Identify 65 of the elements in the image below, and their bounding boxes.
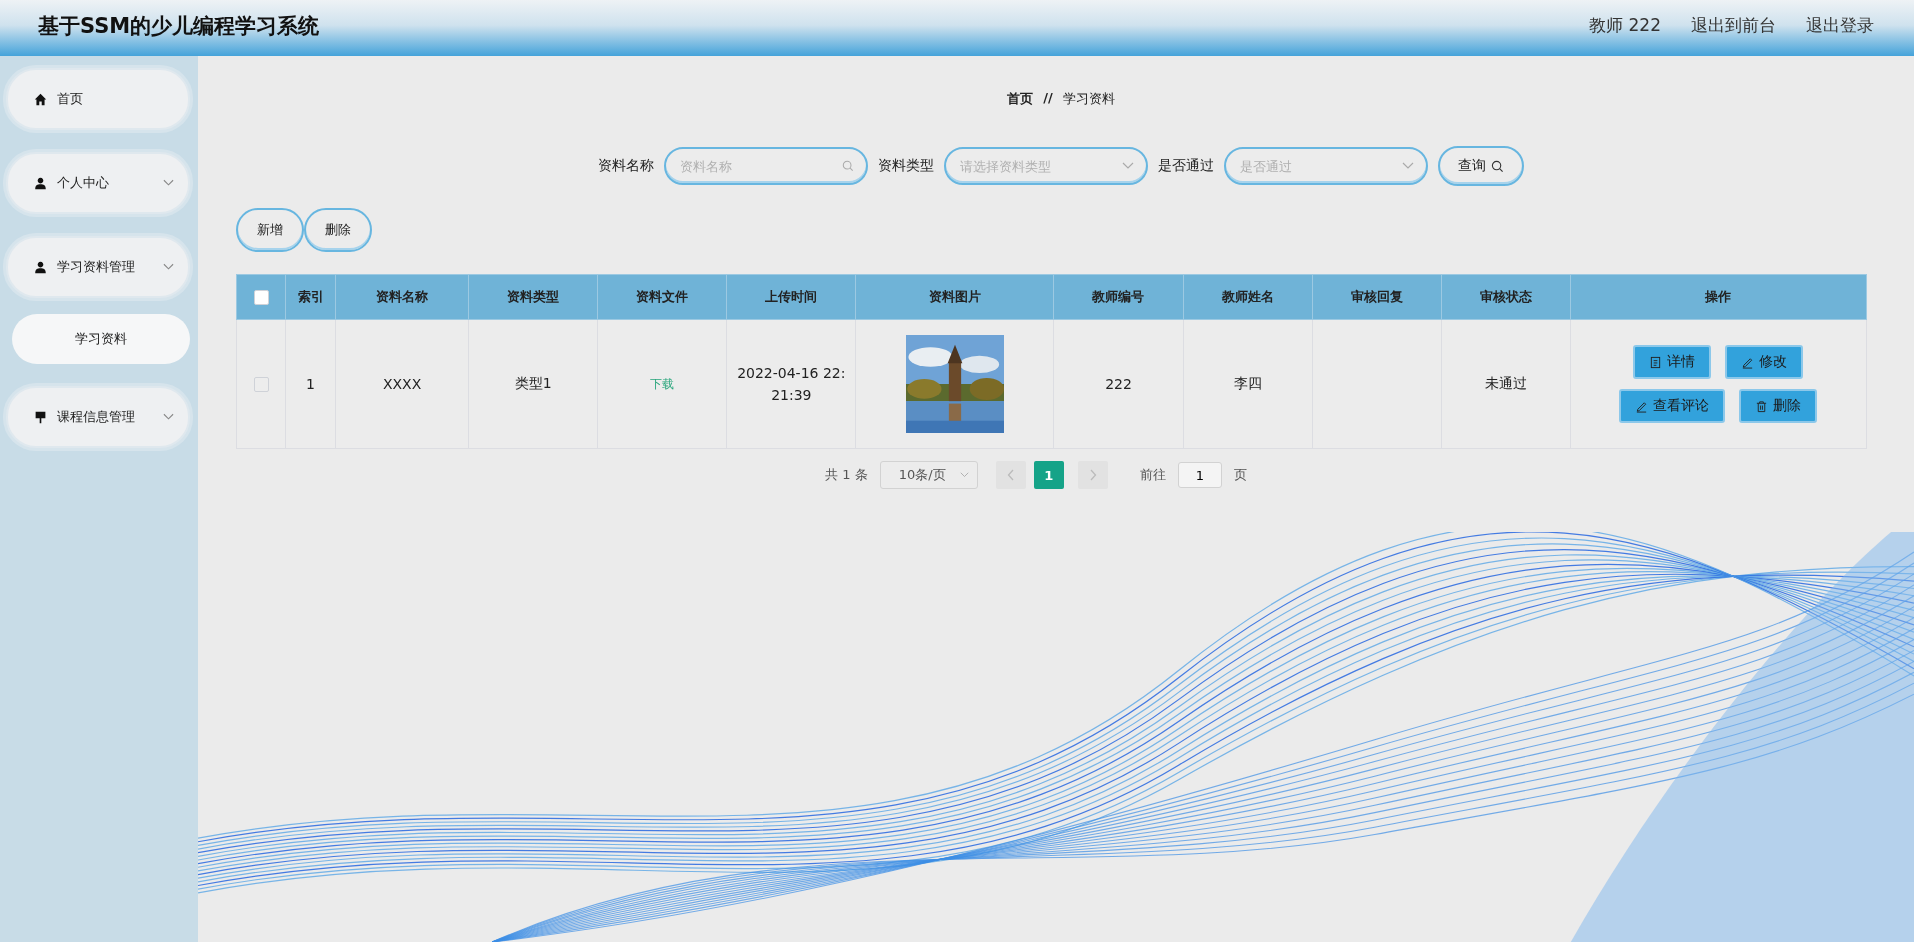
- pencil-icon: [1741, 355, 1755, 369]
- table-cell: 1: [285, 319, 336, 449]
- table-cell: XXXX: [335, 319, 469, 449]
- table-cell: 未通过: [1441, 319, 1571, 449]
- column-header: 审核回复: [1312, 274, 1442, 320]
- breadcrumb-item[interactable]: 首页: [1007, 90, 1034, 108]
- user-icon: [34, 176, 47, 190]
- page-size-select[interactable]: 10条/页: [879, 461, 978, 489]
- table-cell: 类型1: [468, 319, 598, 449]
- pencil-icon: [1635, 399, 1649, 413]
- next-page-button[interactable]: [1077, 461, 1108, 489]
- table-cell: 222: [1053, 319, 1184, 449]
- user-icon: [34, 260, 47, 274]
- user-label: 教师 222: [1589, 14, 1661, 37]
- column-header: 索引: [285, 274, 336, 320]
- field-label: 资料名称: [598, 157, 654, 175]
- header-link[interactable]: 退出登录: [1806, 14, 1874, 37]
- page-suffix: 页: [1233, 466, 1247, 484]
- search-icon: [1491, 159, 1504, 173]
- menu-item[interactable]: 课程信息管理: [6, 386, 190, 448]
- search-button[interactable]: 查询: [1438, 146, 1524, 186]
- menu-item[interactable]: 个人中心: [6, 152, 190, 214]
- breadcrumb-separator: //: [1043, 90, 1053, 107]
- chevron-down-icon: [1122, 162, 1134, 170]
- column-header: 资料图片: [855, 274, 1054, 320]
- field-label: 资料类型: [878, 157, 934, 175]
- goto-label: 前往: [1139, 466, 1166, 484]
- action-button[interactable]: 新增: [236, 208, 304, 252]
- chevron-right-icon: [1088, 469, 1097, 481]
- chevron-down-icon: [959, 472, 969, 478]
- submenu-item[interactable]: 学习资料: [12, 314, 190, 364]
- document-icon: [1649, 355, 1663, 369]
- search-field[interactable]: 资料名称: [664, 147, 868, 185]
- column-header: 资料文件: [597, 274, 727, 320]
- header-link[interactable]: 退出到前台: [1691, 14, 1776, 37]
- trash-icon: [1755, 399, 1769, 413]
- column-header: 审核状态: [1441, 274, 1571, 320]
- home-icon: [34, 92, 47, 106]
- action-button[interactable]: 删除: [304, 208, 372, 252]
- page-input[interactable]: 1: [1177, 462, 1222, 488]
- column-header: 资料类型: [468, 274, 598, 320]
- total-count: 共 1 条: [825, 466, 868, 484]
- app-title: 基于SSM的少儿编程学习系统: [38, 13, 320, 40]
- checkbox[interactable]: [253, 290, 269, 305]
- breadcrumb-item: 学习资料: [1062, 90, 1115, 108]
- column-header: 上传时间: [726, 274, 856, 320]
- column-header: 操作: [1570, 274, 1867, 320]
- checkbox[interactable]: [253, 377, 269, 393]
- chevron-left-icon: [1006, 469, 1015, 481]
- menu-item[interactable]: 首页: [6, 68, 190, 130]
- row-action-button[interactable]: 查看评论: [1619, 389, 1726, 423]
- marker-icon: [34, 410, 47, 424]
- row-action-button[interactable]: 详情: [1633, 345, 1712, 379]
- previous-page-button[interactable]: [995, 461, 1026, 489]
- row-action-button[interactable]: 删除: [1739, 389, 1818, 423]
- chevron-down-icon: [1402, 162, 1414, 170]
- column-header: 教师编号: [1053, 274, 1184, 320]
- column-header: 资料名称: [335, 274, 469, 320]
- field-label: 是否通过: [1158, 157, 1214, 175]
- search-icon: [842, 160, 854, 172]
- column-header: 教师姓名: [1183, 274, 1313, 320]
- menu-item[interactable]: 学习资料管理: [6, 236, 190, 298]
- table-cell: 李四: [1183, 319, 1313, 449]
- row-action-button[interactable]: 修改: [1725, 345, 1804, 379]
- table-cell: 2022-04-16 22:21:39: [726, 319, 856, 449]
